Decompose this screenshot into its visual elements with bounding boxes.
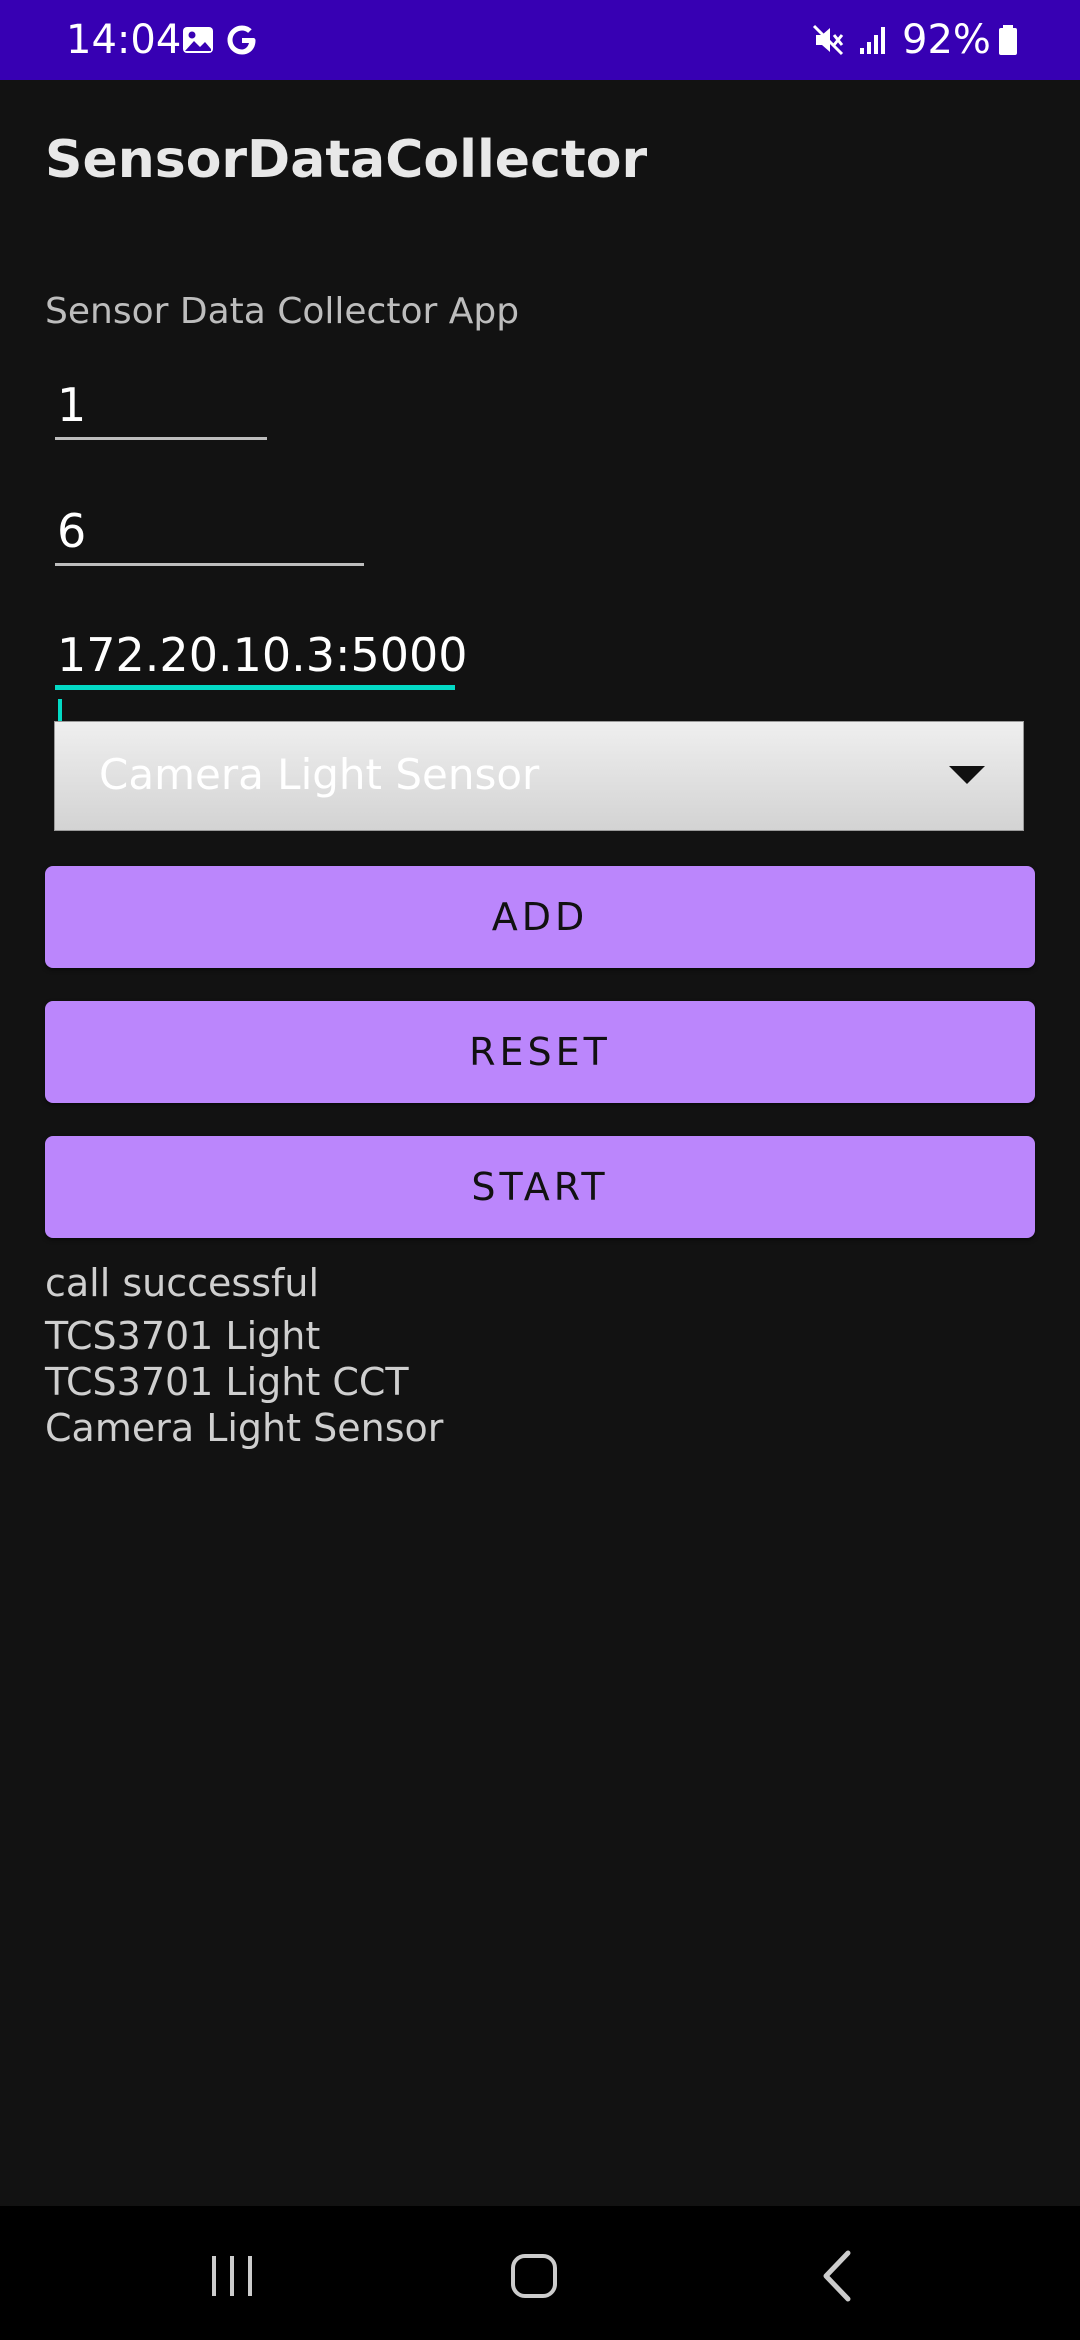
battery-percent: 92%: [902, 17, 991, 63]
battery-icon: [999, 25, 1017, 55]
status-time: 14:04: [66, 17, 182, 63]
status-bar: 14:04 92%: [0, 0, 1080, 80]
server-address-value: 172.20.10.3:5000: [57, 628, 468, 682]
home-icon[interactable]: [494, 2236, 574, 2316]
number-input-1[interactable]: 1: [55, 370, 267, 440]
sensor-spinner-selected: Camera Light Sensor: [99, 750, 540, 799]
number-input-1-value: 1: [57, 378, 87, 432]
screen: 14:04 92% SensorDataCollector Sensor Dat…: [0, 0, 1080, 2340]
start-button[interactable]: START: [45, 1136, 1035, 1238]
sensor-spinner[interactable]: Camera Light Sensor: [54, 721, 1024, 831]
app-subtitle: Sensor Data Collector App: [45, 291, 520, 332]
status-text: call successful: [45, 1261, 320, 1305]
number-input-2-value: 6: [57, 504, 87, 558]
reset-button[interactable]: RESET: [45, 1001, 1035, 1103]
number-input-2[interactable]: 6: [55, 496, 364, 566]
server-address-input[interactable]: 172.20.10.3:5000: [55, 620, 468, 759]
add-button[interactable]: ADD: [45, 866, 1035, 968]
app-title: SensorDataCollector: [45, 130, 648, 190]
signal-icon: [860, 27, 885, 54]
sensor-list-item: Camera Light Sensor: [45, 1406, 444, 1450]
back-icon[interactable]: [798, 2236, 878, 2316]
navigation-bar: [0, 2206, 1080, 2340]
image-icon: [183, 27, 213, 53]
mute-icon: [812, 24, 844, 56]
sensor-list-item: TCS3701 Light CCT: [45, 1360, 409, 1404]
recents-icon[interactable]: [192, 2236, 272, 2316]
google-icon: [227, 25, 256, 55]
sensor-list-item: TCS3701 Light: [45, 1314, 321, 1358]
dropdown-arrow-icon: [949, 766, 985, 784]
